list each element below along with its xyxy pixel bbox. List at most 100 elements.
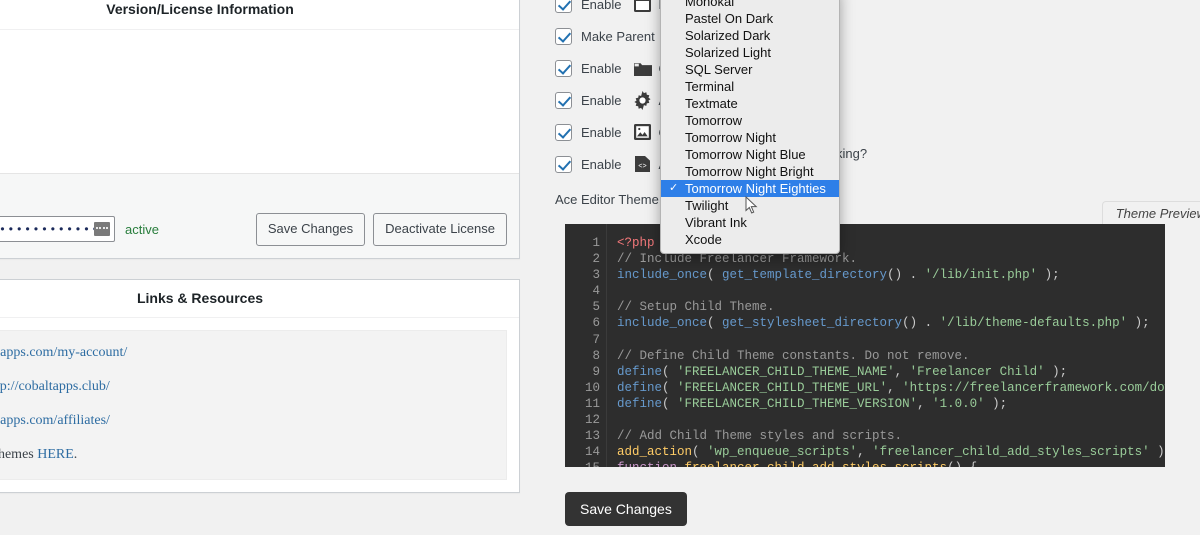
- link-line: unity Forum: http://cobaltapps.club/: [0, 379, 492, 395]
- code-token: 'FREELANCER_CHILD_THEME_VERSION': [677, 397, 917, 411]
- checkbox-enable-a-gear[interactable]: [555, 92, 572, 109]
- checkbox-enable-a-code[interactable]: [555, 156, 572, 173]
- dropdown-option-label: Textmate: [685, 96, 738, 111]
- code-token: define: [617, 365, 662, 379]
- dropdown-option[interactable]: Solarized Dark: [661, 27, 839, 44]
- editor-line-number: 7: [565, 332, 600, 348]
- code-token: '/lib/init.php': [925, 268, 1038, 282]
- editor-code-line: // Define Child Theme constants. Do not …: [617, 348, 1165, 364]
- code-token: () {: [947, 461, 977, 467]
- setting-label: Enable: [581, 0, 621, 12]
- editor-code-line: add_action( 'wp_enqueue_scripts', 'freel…: [617, 444, 1165, 460]
- code-icon: <>: [633, 155, 652, 174]
- code-token: '1.0.0': [932, 397, 985, 411]
- links-resources-postbox: Links & Resources es: https://cobaltapps…: [0, 279, 520, 494]
- code-token: // Define Child Theme constants. Do not …: [617, 349, 970, 363]
- editor-code-line: function freelancer_child_add_styles_scr…: [617, 460, 1165, 467]
- ace-editor-theme-dropdown-menu[interactable]: MonokaiPastel On DarkSolarized DarkSolar…: [660, 0, 840, 254]
- code-token: () .: [887, 268, 925, 282]
- dropdown-option-label: Pastel On Dark: [685, 11, 773, 26]
- setting-row-enable-a-code: Enable <> A: [555, 148, 1200, 180]
- dropdown-option[interactable]: ✓ Tomorrow Night Eighties: [661, 180, 839, 197]
- code-token: '/lib/theme-defaults.php': [940, 316, 1128, 330]
- code-token: get_stylesheet_directory: [722, 316, 902, 330]
- editor-code-line: // Add Child Theme styles and scripts.: [617, 428, 1165, 444]
- editor-code-line: // Setup Child Theme.: [617, 299, 1165, 315]
- dropdown-option-label: Tomorrow Night: [685, 130, 776, 145]
- checkbox-enable-f[interactable]: [555, 0, 572, 13]
- gear-icon: [633, 91, 652, 110]
- license-controls: ••••••••••••••••••••••••••••••• active S…: [0, 213, 507, 246]
- setting-row-enable-a-gear: Enable A: [555, 84, 1200, 116]
- code-token: include_once: [617, 316, 707, 330]
- version-line: -1ubuntu4.22: [0, 40, 507, 60]
- dropdown-option[interactable]: Solarized Light: [661, 44, 839, 61]
- dropdown-option-label: SQL Server: [685, 62, 752, 77]
- editor-code-content[interactable]: <?php// Include Freelancer Framework.inc…: [607, 224, 1165, 467]
- code-token: ,: [917, 397, 932, 411]
- svg-text:<>: <>: [639, 163, 647, 171]
- code-token: // Setup Child Theme.: [617, 300, 775, 314]
- license-save-changes-button[interactable]: Save Changes: [256, 213, 365, 246]
- code-token: // Include Freelancer Framework.: [617, 252, 857, 266]
- theme-preview-editor-wrapper: Theme Preview 123456789101112131415▾ <?p…: [565, 224, 1165, 467]
- save-changes-button[interactable]: Save Changes: [565, 492, 687, 526]
- editor-code-line: [617, 283, 1165, 299]
- checkbox-enable-c-image[interactable]: [555, 124, 572, 141]
- checkbox-enable-c-folder[interactable]: [555, 60, 572, 77]
- code-token: (: [692, 445, 707, 459]
- version-line: on: 1.0.0: [0, 136, 507, 156]
- dropdown-option[interactable]: Pastel On Dark: [661, 10, 839, 27]
- supported-themes-link[interactable]: HERE: [37, 447, 74, 462]
- link-line: Pro supported Themes HERE.: [0, 447, 492, 463]
- code-token: );: [985, 397, 1008, 411]
- code-token: 'FREELANCER_CHILD_THEME_URL': [677, 381, 887, 395]
- editor-line-number: 8: [565, 348, 600, 364]
- code-editor[interactable]: 123456789101112131415▾ <?php// Include F…: [565, 224, 1165, 467]
- editor-line-number: 13: [565, 428, 600, 444]
- license-buttons: Save Changes Deactivate License: [256, 213, 507, 246]
- dropdown-option[interactable]: Textmate: [661, 95, 839, 112]
- checkbox-make-parent[interactable]: [555, 28, 572, 45]
- affiliates-link[interactable]: https://cobaltapps.com/affiliates/: [0, 413, 110, 428]
- license-key-input[interactable]: •••••••••••••••••••••••••••••••: [0, 216, 115, 242]
- editor-line-number: 3: [565, 267, 600, 283]
- dropdown-option[interactable]: Vibrant Ink: [661, 214, 839, 231]
- license-status-badge: active: [125, 222, 159, 237]
- setting-label: Enable: [581, 157, 621, 172]
- code-token: );: [1127, 316, 1150, 330]
- link-suffix: .: [74, 447, 78, 462]
- dropdown-option[interactable]: Twilight: [661, 197, 839, 214]
- dropdown-option[interactable]: Terminal: [661, 78, 839, 95]
- code-token: get_template_directory: [722, 268, 887, 282]
- dropdown-option[interactable]: SQL Server: [661, 61, 839, 78]
- dropdown-option[interactable]: Xcode: [661, 231, 839, 248]
- code-token: () .: [902, 316, 940, 330]
- deactivate-license-button[interactable]: Deactivate License: [373, 213, 507, 246]
- dropdown-option[interactable]: Tomorrow Night: [661, 129, 839, 146]
- setting-label: Enable: [581, 125, 621, 140]
- dropdown-option-label: Xcode: [685, 232, 722, 247]
- dropdown-option[interactable]: Tomorrow Night Blue: [661, 146, 839, 163]
- code-token: freelancer_child_add_styles_scripts: [677, 461, 947, 467]
- check-icon: ✓: [669, 180, 678, 197]
- dropdown-option-label: Tomorrow Night Eighties: [685, 181, 826, 196]
- code-token: 'freelancer_child_add_styles_scripts': [872, 445, 1150, 459]
- code-token: add_action: [617, 445, 692, 459]
- code-token: ,: [895, 365, 910, 379]
- dropdown-option-label: Vibrant Ink: [685, 215, 747, 230]
- dropdown-option[interactable]: Tomorrow Night Bright: [661, 163, 839, 180]
- my-account-link[interactable]: https://cobaltapps.com/my-account/: [0, 345, 127, 360]
- dropdown-option[interactable]: Monokai: [661, 0, 839, 10]
- code-token: 'FREELANCER_CHILD_THEME_NAME': [677, 365, 895, 379]
- left-column: Version/License Information -1ubuntu4.22…: [0, 0, 520, 513]
- code-token: // Add Child Theme styles and scripts.: [617, 429, 902, 443]
- links-resources-title: Links & Resources: [0, 289, 507, 309]
- fold-arrow-icon[interactable]: ▾: [600, 463, 605, 467]
- code-token: 'wp_enqueue_scripts': [707, 445, 857, 459]
- editor-line-number: 5: [565, 299, 600, 315]
- dropdown-option[interactable]: Tomorrow: [661, 112, 839, 129]
- setting-label: Enable: [581, 93, 621, 108]
- setting-row-enable-c-image: Enable C: [555, 116, 1200, 148]
- community-forum-link[interactable]: http://cobaltapps.club/: [0, 379, 110, 394]
